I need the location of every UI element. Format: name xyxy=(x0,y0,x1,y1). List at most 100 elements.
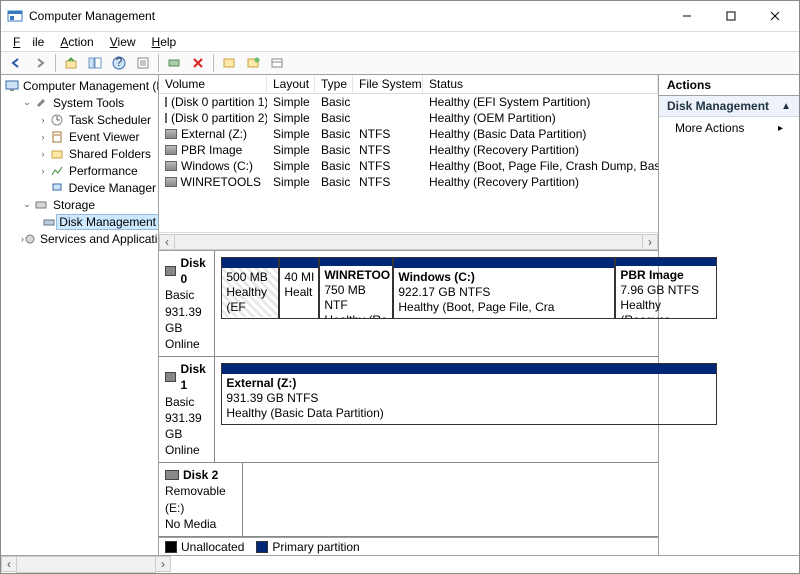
volume-list[interactable]: Volume Layout Type File System Status (D… xyxy=(159,75,658,250)
log-icon xyxy=(49,130,65,144)
toolbar-divider xyxy=(213,54,214,72)
tree-shared-folders[interactable]: ›Shared Folders xyxy=(1,145,158,162)
volume-icon xyxy=(165,97,167,107)
chevron-right-icon[interactable]: › xyxy=(37,149,49,159)
partition-container: 500 MBHealthy (EF40 MIHealtWINRETOO750 M… xyxy=(215,251,723,356)
volume-icon xyxy=(165,161,177,171)
volume-icon xyxy=(165,145,177,155)
clock-icon xyxy=(49,113,65,127)
tree-system-tools[interactable]: ⌄ System Tools xyxy=(1,94,158,111)
tree-root[interactable]: Computer Management (Local xyxy=(1,77,158,94)
partition[interactable]: WINRETOO750 MB NTFHealthy (Re xyxy=(319,257,393,319)
menu-help[interactable]: Help xyxy=(146,34,183,50)
partition-container xyxy=(243,463,658,536)
partition[interactable]: Windows (C:)922.17 GB NTFSHealthy (Boot,… xyxy=(393,257,615,319)
new-volume-button[interactable] xyxy=(218,52,240,74)
properties-button[interactable] xyxy=(132,52,154,74)
scroll-left-button[interactable]: ‹ xyxy=(1,556,17,572)
partition[interactable]: 500 MBHealthy (EF xyxy=(221,257,279,319)
actions-pane: Actions Disk Management ▲ More Actions ▸ xyxy=(659,75,799,555)
actions-more[interactable]: More Actions ▸ xyxy=(659,117,799,139)
show-hide-tree-button[interactable] xyxy=(84,52,106,74)
folder-share-icon xyxy=(49,147,65,161)
toolbar-divider xyxy=(55,54,56,72)
main-pane: Volume Layout Type File System Status (D… xyxy=(159,75,659,555)
volume-row[interactable]: PBR ImageSimpleBasicNTFSHealthy (Recover… xyxy=(159,142,658,158)
content-area: Computer Management (Local ⌄ System Tool… xyxy=(1,75,799,555)
scroll-left-button[interactable]: ‹ xyxy=(159,234,175,250)
chevron-down-icon[interactable]: ⌄ xyxy=(21,97,33,108)
chevron-right-icon[interactable]: › xyxy=(37,166,49,176)
menu-action[interactable]: Action xyxy=(54,34,99,50)
refresh-button[interactable] xyxy=(163,52,185,74)
disk-icon xyxy=(165,372,176,382)
maximize-button[interactable] xyxy=(709,2,753,30)
gear-icon xyxy=(24,232,36,246)
chevron-right-icon[interactable]: › xyxy=(37,132,49,142)
disk-label[interactable]: Disk 0Basic931.39 GBOnline xyxy=(159,251,215,356)
menu-view[interactable]: View xyxy=(104,34,142,50)
help-button[interactable]: ? xyxy=(108,52,130,74)
col-type[interactable]: Type xyxy=(315,75,353,93)
storage-icon xyxy=(33,198,49,212)
col-layout[interactable]: Layout xyxy=(267,75,315,93)
device-icon xyxy=(49,181,65,195)
extend-volume-button[interactable] xyxy=(242,52,264,74)
disk-label[interactable]: Disk 2Removable (E:)No Media xyxy=(159,463,243,536)
tree-performance[interactable]: ›Performance xyxy=(1,162,158,179)
partition[interactable]: 40 MIHealt xyxy=(279,257,319,319)
nav-tree[interactable]: Computer Management (Local ⌄ System Tool… xyxy=(1,75,159,555)
disk-map[interactable]: Disk 0Basic931.39 GBOnline500 MBHealthy … xyxy=(159,250,658,537)
chevron-down-icon[interactable]: ⌄ xyxy=(21,199,33,210)
actions-section[interactable]: Disk Management ▲ xyxy=(659,96,799,117)
col-status[interactable]: Status xyxy=(423,75,658,93)
back-button[interactable] xyxy=(5,52,27,74)
volume-icon xyxy=(165,177,177,187)
scroll-right-button[interactable]: › xyxy=(642,234,658,250)
volume-row[interactable]: Windows (C:)SimpleBasicNTFSHealthy (Boot… xyxy=(159,158,658,174)
volume-row[interactable]: (Disk 0 partition 1)SimpleBasicHealthy (… xyxy=(159,94,658,110)
toolbar-divider xyxy=(158,54,159,72)
disk-row[interactable]: Disk 1Basic931.39 GBOnlineExternal (Z:)9… xyxy=(159,357,658,463)
volume-list-body[interactable]: (Disk 0 partition 1)SimpleBasicHealthy (… xyxy=(159,94,658,232)
disk-row[interactable]: Disk 2Removable (E:)No Media xyxy=(159,463,658,537)
partition-container: External (Z:)931.39 GB NTFSHealthy (Basi… xyxy=(215,357,723,462)
title-bar: Computer Management xyxy=(1,1,799,31)
tree-event-viewer[interactable]: ›Event Viewer xyxy=(1,128,158,145)
scroll-track[interactable] xyxy=(16,556,156,573)
scroll-track[interactable] xyxy=(174,234,643,250)
up-button[interactable] xyxy=(60,52,82,74)
tree-services-apps[interactable]: ›Services and Applications xyxy=(1,230,158,247)
col-volume[interactable]: Volume xyxy=(159,75,267,93)
chart-icon xyxy=(49,164,65,178)
legend-unallocated: Unallocated xyxy=(165,540,244,554)
tree-horizontal-scrollbar[interactable]: ‹ › xyxy=(1,555,799,573)
svg-text:?: ? xyxy=(116,56,123,69)
list-view-button[interactable] xyxy=(266,52,288,74)
forward-button[interactable] xyxy=(29,52,51,74)
minimize-button[interactable] xyxy=(665,2,709,30)
actions-header: Actions xyxy=(659,75,799,96)
partition[interactable]: External (Z:)931.39 GB NTFSHealthy (Basi… xyxy=(221,363,717,425)
volume-list-header[interactable]: Volume Layout Type File System Status xyxy=(159,75,658,94)
horizontal-scrollbar[interactable]: ‹ › xyxy=(159,232,658,250)
close-button[interactable] xyxy=(753,2,797,30)
tree-storage[interactable]: ⌄Storage xyxy=(1,196,158,213)
chevron-right-icon[interactable]: › xyxy=(37,115,49,125)
volume-row[interactable]: External (Z:)SimpleBasicNTFSHealthy (Bas… xyxy=(159,126,658,142)
disk-row[interactable]: Disk 0Basic931.39 GBOnline500 MBHealthy … xyxy=(159,251,658,357)
tree-disk-management[interactable]: Disk Management xyxy=(1,213,158,230)
volume-row[interactable]: WINRETOOLSSimpleBasicNTFSHealthy (Recove… xyxy=(159,174,658,190)
delete-button[interactable] xyxy=(187,52,209,74)
chevron-right-icon: ▸ xyxy=(778,123,783,134)
volume-icon xyxy=(165,129,177,139)
disk-label[interactable]: Disk 1Basic931.39 GBOnline xyxy=(159,357,215,462)
tree-task-scheduler[interactable]: ›Task Scheduler xyxy=(1,111,158,128)
tree-device-manager[interactable]: Device Manager xyxy=(1,179,158,196)
col-filesystem[interactable]: File System xyxy=(353,75,423,93)
scroll-right-button[interactable]: › xyxy=(155,556,171,572)
collapse-icon[interactable]: ▲ xyxy=(781,101,791,112)
computer-icon xyxy=(5,79,19,93)
menu-file[interactable]: File xyxy=(7,34,50,50)
volume-row[interactable]: (Disk 0 partition 2)SimpleBasicHealthy (… xyxy=(159,110,658,126)
